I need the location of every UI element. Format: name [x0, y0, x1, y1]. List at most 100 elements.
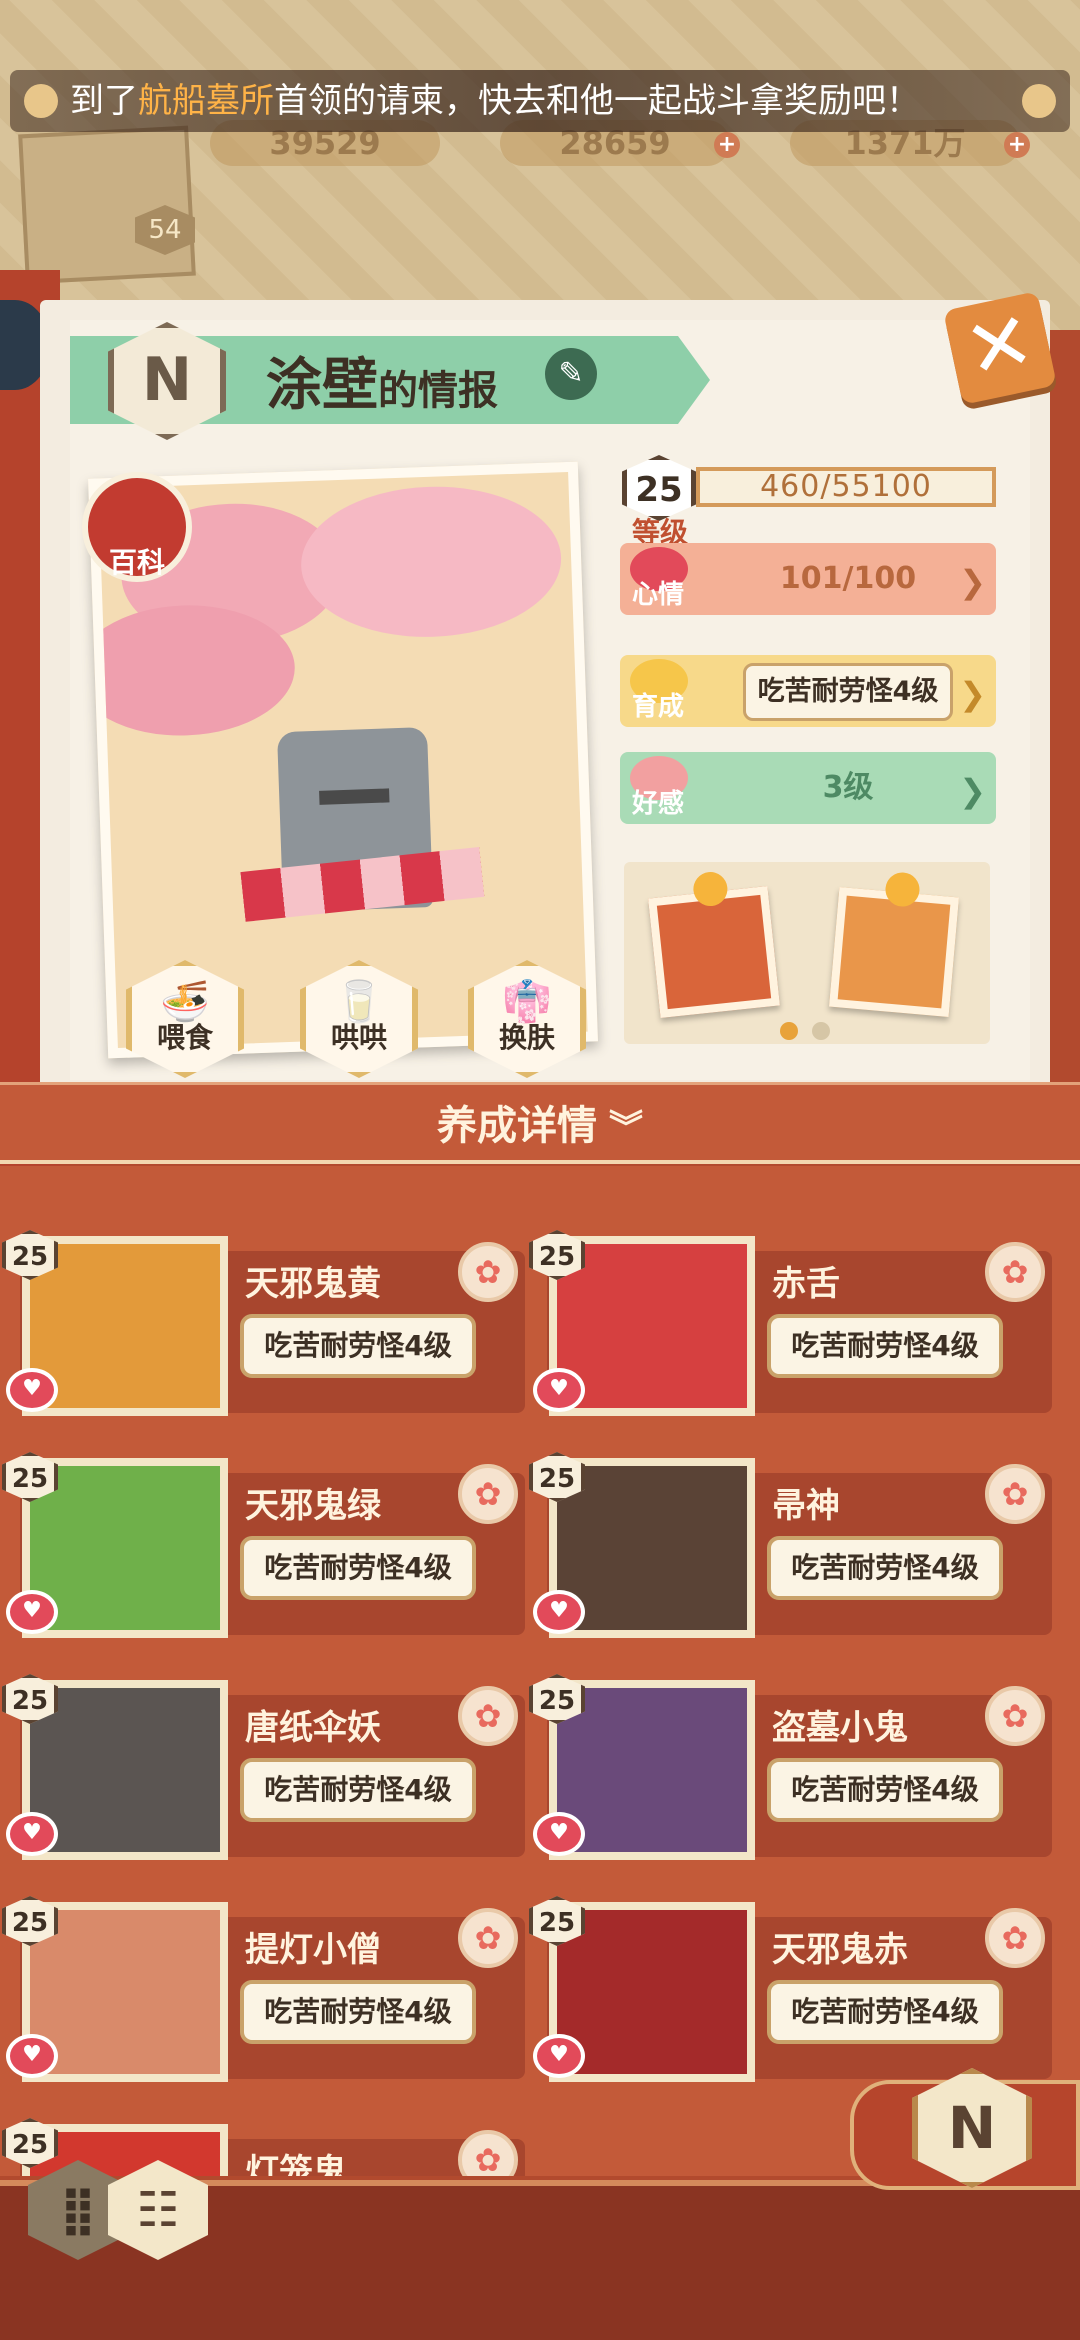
carousel-dots: [780, 1022, 844, 1044]
monster-card[interactable]: 25 ♥ 盗墓小鬼 ✿ 吃苦耐劳怪4级: [527, 1674, 1052, 1860]
trait-tag: 吃苦耐劳怪4级: [240, 1536, 476, 1600]
favorite-item-card[interactable]: [648, 870, 780, 1018]
trait-tag: 吃苦耐劳怪4级: [767, 1980, 1003, 2044]
notice-prefix: 到了: [70, 81, 138, 121]
favor-row[interactable]: 好感 3级 ❯: [620, 752, 996, 824]
carousel-dot[interactable]: [812, 1022, 830, 1040]
monster-art: [557, 1910, 747, 2074]
heart-icon: ♥: [533, 2034, 585, 2078]
heart-icon: ♥: [533, 1812, 585, 1856]
mood-caption: 心情: [632, 580, 685, 610]
heart-icon: ♥: [6, 1812, 58, 1856]
monster-art: [557, 1244, 747, 1408]
edit-name-button[interactable]: ✎: [545, 348, 597, 400]
cultivation-details-header[interactable]: 养成详情 ︾: [0, 1082, 1080, 1164]
favor-caption: 好感: [632, 789, 685, 819]
monster-card[interactable]: 25 ♥ 提灯小僧 ✿ 吃苦耐劳怪4级: [0, 1896, 525, 2082]
trait-tag: 吃苦耐劳怪4级: [240, 1314, 476, 1378]
trait-tag: 吃苦耐劳怪4级: [240, 1980, 476, 2044]
wiki-label: 百科: [108, 546, 165, 579]
trait-tag: 吃苦耐劳怪4级: [767, 1536, 1003, 1600]
card-title: 涂壁的情报: [266, 340, 498, 421]
lotus-icon: ✿: [985, 1686, 1045, 1746]
trait-tag: 吃苦耐劳怪4级: [767, 1758, 1003, 1822]
blossom-shape: [298, 482, 564, 642]
monster-card[interactable]: 25 ♥ 帚神 ✿ 吃苦耐劳怪4级: [527, 1452, 1052, 1638]
monster-art: [30, 1466, 220, 1630]
monster-art: [557, 1466, 747, 1630]
monster-card[interactable]: 25 ♥ 天邪鬼绿 ✿ 吃苦耐劳怪4级: [0, 1452, 525, 1638]
monster-name: 盗墓小鬼: [772, 1708, 908, 1748]
monster-art: [30, 1910, 220, 2074]
monster-name: 灯笼鬼: [245, 2152, 347, 2176]
monster-name: 涂壁: [266, 353, 378, 418]
flower-icon: [24, 84, 58, 118]
action-label: 喂食: [156, 1021, 213, 1054]
monster-art: [30, 1688, 220, 1852]
chevron-right-icon: ❯: [959, 675, 986, 713]
monster-card[interactable]: 25 ♥ 赤舌 ✿ 吃苦耐劳怪4级: [527, 1230, 1052, 1416]
heart-icon: ♥: [6, 2034, 58, 2078]
monster-name: 唐纸伞妖: [245, 1708, 381, 1748]
trait-tag: 吃苦耐劳怪4级: [767, 1314, 1003, 1378]
mood-row[interactable]: 心情 101/100 ❯: [620, 543, 996, 615]
mood-value: 101/100: [779, 561, 917, 596]
chevron-right-icon: ❯: [959, 772, 986, 810]
monster-scarf: [240, 846, 485, 922]
level-row: 25 等级 460/55100: [622, 455, 1002, 549]
double-chevron-down-icon: ︾: [609, 1108, 643, 1148]
map-thumbnail[interactable]: [18, 125, 196, 285]
favorite-item-card[interactable]: [828, 871, 960, 1018]
chevron-right-icon: ❯: [959, 563, 986, 601]
lotus-icon: ✿: [985, 1908, 1045, 1968]
monster-name: 帚神: [772, 1486, 840, 1526]
heart-icon: ♥: [533, 1368, 585, 1412]
growth-caption: 育成: [632, 692, 685, 722]
lotus-icon: ✿: [458, 1908, 518, 1968]
trait-tag: 吃苦耐劳怪4级: [240, 1758, 476, 1822]
section-title: 养成详情: [437, 1103, 597, 1149]
monster-name: 天邪鬼绿: [245, 1486, 381, 1526]
smile-icon: [884, 871, 921, 908]
flower-icon: [1022, 84, 1056, 118]
monster-face: [319, 788, 390, 805]
add-icon[interactable]: +: [714, 132, 740, 158]
monster-card[interactable]: 25 ♥ 天邪鬼赤 ✿ 吃苦耐劳怪4级: [527, 1896, 1052, 2082]
monster-name: 天邪鬼赤: [772, 1930, 908, 1970]
growth-value-wrap: 吃苦耐劳怪4级: [740, 655, 956, 727]
monster-grid: 25 ♥ 天邪鬼黄 ✿ 吃苦耐劳怪4级 25 ♥ 赤舌 ✿ 吃苦耐劳怪4级 25…: [0, 1166, 1080, 2176]
notice-suffix: 首领的请柬，快去和他一起战斗拿奖励吧！: [274, 81, 920, 121]
smile-icon: [691, 870, 730, 908]
wiki-button[interactable]: 百科: [82, 472, 192, 582]
monster-name: 赤舌: [772, 1264, 840, 1304]
favor-value: 3级: [822, 770, 874, 805]
notice-highlight: 航船墓所: [138, 81, 274, 121]
monster-art: [557, 1688, 747, 1852]
growth-row[interactable]: 育成 吃苦耐劳怪4级 ❯: [620, 655, 996, 727]
monster-name: 天邪鬼黄: [245, 1264, 381, 1304]
close-button[interactable]: ✕: [943, 291, 1057, 405]
monster-art: [30, 1244, 220, 1408]
lotus-icon: ✿: [458, 2130, 518, 2176]
growth-value: 吃苦耐劳怪4级: [742, 663, 954, 721]
heart-icon: ♥: [533, 1590, 585, 1634]
exp-bar: 460/55100: [696, 467, 996, 507]
lotus-icon: ✿: [458, 1242, 518, 1302]
action-label: 哄哄: [330, 1021, 387, 1054]
lotus-icon: ✿: [458, 1464, 518, 1524]
lotus-icon: ✿: [458, 1686, 518, 1746]
monster-name: 提灯小僧: [245, 1930, 381, 1970]
monster-card[interactable]: 25 ♥ 唐纸伞妖 ✿ 吃苦耐劳怪4级: [0, 1674, 525, 1860]
favorite-items-carousel[interactable]: [624, 862, 990, 1044]
monster-card[interactable]: 25 ♥ 天邪鬼黄 ✿ 吃苦耐劳怪4级: [0, 1230, 525, 1416]
lotus-icon: ✿: [985, 1242, 1045, 1302]
notice-marquee[interactable]: 到了航船墓所首领的请柬，快去和他一起战斗拿奖励吧！: [10, 70, 1070, 132]
action-label: 换肤: [498, 1021, 555, 1054]
heart-icon: ♥: [6, 1368, 58, 1412]
heart-icon: ♥: [6, 1590, 58, 1634]
lotus-icon: ✿: [985, 1464, 1045, 1524]
monster-art: [30, 2132, 220, 2176]
carousel-dot[interactable]: [780, 1022, 798, 1040]
title-suffix: 的情报: [378, 368, 498, 414]
add-icon[interactable]: +: [1004, 132, 1030, 158]
